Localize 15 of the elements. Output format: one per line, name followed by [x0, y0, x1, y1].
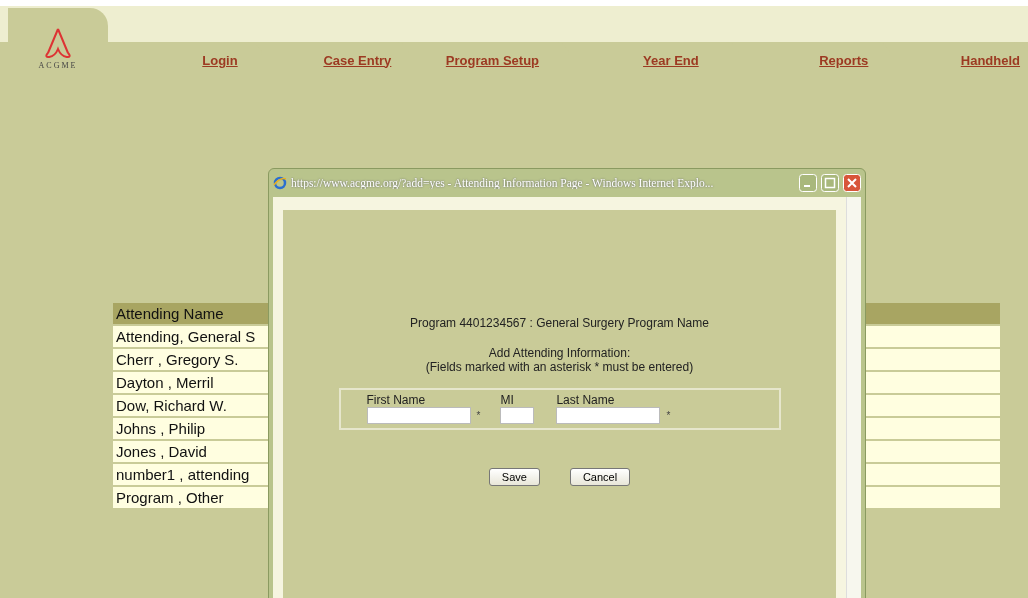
window-title: https://www.acgme.org/?add=yes - Attending Information Page - Windows Internet Explo...: [291, 177, 715, 189]
save-button[interactable]: Save: [488, 468, 540, 486]
maximize-icon[interactable]: [821, 174, 839, 192]
input-field[interactable]: [366, 407, 471, 424]
minimize-icon[interactable]: [799, 174, 817, 192]
logo-text: ACGME: [38, 61, 78, 70]
form-heading: Add Attending Information:: [488, 346, 631, 360]
browser-icon: [273, 176, 287, 190]
field-label: MI: [500, 393, 515, 407]
close-icon[interactable]: [843, 174, 861, 192]
input-field[interactable]: [500, 407, 535, 424]
field-label: First Name: [366, 393, 427, 407]
input-field[interactable]: [556, 407, 661, 424]
field-label: Last Name: [556, 393, 616, 407]
cancel-button[interactable]: Cancel: [569, 468, 631, 486]
